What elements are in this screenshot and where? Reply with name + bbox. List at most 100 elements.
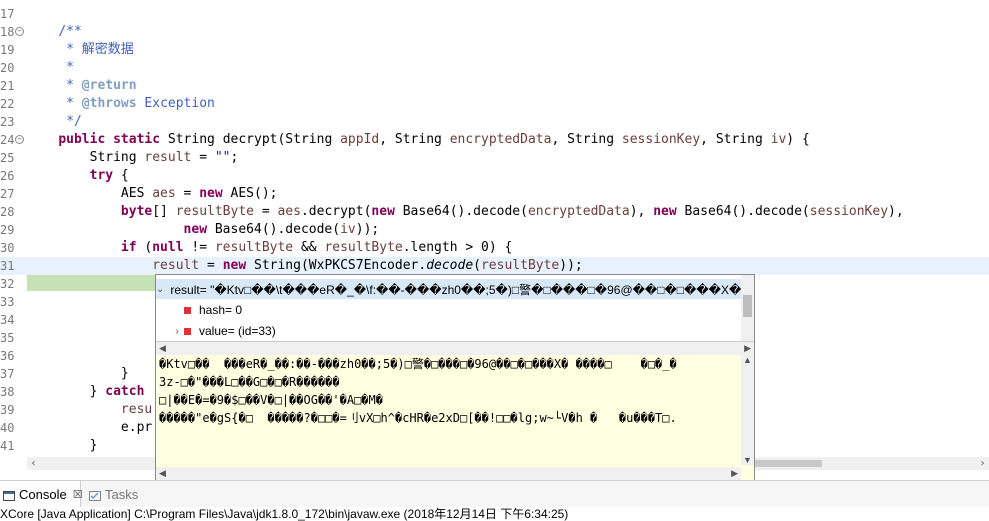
code-line[interactable]: 29 new Base64().decode(iv));	[0, 221, 989, 239]
line-number: 28	[0, 205, 15, 219]
variable-name-value: result= "�Ktv□��\t���eR�_�\f:��-���zh0��…	[170, 282, 741, 297]
scroll-right-arrow-icon[interactable]: ▶	[731, 467, 738, 480]
detail-text-line: �Ktv□�� ���eR�_��:��-���zh0��;5�)□警�□���…	[159, 357, 677, 371]
code-text: }	[27, 438, 98, 453]
console-icon	[3, 489, 15, 501]
code-text: /**	[58, 24, 82, 39]
code-line[interactable]: 19 * 解密数据	[0, 41, 989, 59]
detail-vertical-scrollbar[interactable]: ▲ ▼	[741, 355, 754, 465]
scroll-right-arrow-icon[interactable]: ▶	[744, 342, 751, 355]
line-number: 29	[0, 223, 15, 237]
code-text: * 解密数据	[27, 42, 134, 57]
debug-variable-popup[interactable]: ⌄ result= "�Ktv□��\t���eR�_�\f:��-���zh0�…	[155, 274, 755, 482]
scroll-up-arrow-icon[interactable]: ▲	[741, 355, 754, 365]
line-number: 30	[0, 241, 15, 255]
line-number: 23	[0, 115, 15, 129]
scroll-down-arrow-icon[interactable]: ▼	[741, 455, 754, 465]
code-text: public static String decrypt(String appI…	[58, 132, 810, 147]
code-line[interactable]: 26 try {	[0, 167, 989, 185]
line-number: 38	[0, 385, 15, 399]
code-line[interactable]: 22 * @throws Exception	[0, 95, 989, 113]
code-text: if (null != resultByte && resultByte.len…	[120, 240, 513, 255]
line-number: 17	[0, 7, 15, 21]
fold-toggle-icon[interactable]: −	[15, 135, 24, 144]
code-line[interactable]: 28 byte[] resultByte = aes.decrypt(new B…	[0, 203, 989, 221]
fold-toggle-icon[interactable]: −	[15, 27, 24, 36]
expand-chevron-icon[interactable]: ›	[170, 326, 184, 337]
variable-tree-row[interactable]: ⌄ result= "�Ktv□��\t���eR�_�\f:��-���zh0�…	[156, 279, 741, 299]
line-number: 19	[0, 43, 15, 57]
detail-text-line: □|��E�=�9�$□��V�□|��OG��'�A□�M�	[159, 393, 383, 407]
tab-tasks[interactable]: Tasks	[86, 481, 138, 507]
line-number: 20	[0, 61, 15, 75]
line-number: 32	[0, 277, 15, 291]
code-line[interactable]: 17	[0, 5, 989, 23]
line-number: 34	[0, 313, 15, 327]
line-number: 35	[0, 331, 15, 345]
code-text: new Base64().decode(iv));	[183, 222, 380, 237]
variable-tree[interactable]: ⌄ result= "�Ktv□��\t���eR�_�\f:��-���zh0�…	[156, 275, 741, 341]
line-number: 37	[0, 367, 15, 381]
code-line[interactable]: 20 *	[0, 59, 989, 77]
variable-tree-row[interactable]: hash= 0	[156, 300, 741, 320]
line-number: 18	[0, 25, 15, 39]
variable-detail-pane[interactable]: �Ktv□�� ���eR�_��:��-���zh0��;5�)□警�□���…	[156, 355, 742, 465]
variable-tree-row[interactable]: › value= (id=33)	[156, 321, 741, 341]
variable-tree-scrollbar[interactable]	[741, 275, 754, 341]
private-field-icon	[184, 327, 191, 335]
detail-horizontal-scrollbar[interactable]: ◀ ▶	[156, 467, 741, 480]
tab-console[interactable]: Console ☒	[0, 481, 83, 507]
code-text: e.pr	[27, 420, 153, 435]
code-text: String result = "";	[27, 150, 239, 165]
code-text: */	[27, 114, 82, 129]
line-number: 39	[0, 403, 15, 417]
line-number: 22	[0, 97, 15, 111]
line-number: 21	[0, 79, 15, 93]
line-number: 31	[0, 259, 15, 273]
line-number: 24	[0, 133, 15, 147]
code-text: } catch	[27, 384, 145, 399]
line-number: 33	[0, 295, 15, 309]
code-line[interactable]: 23 */	[0, 113, 989, 131]
code-text: AES aes = new AES();	[27, 186, 278, 201]
detail-text-line: �����"e�gS{�□ �����?�□□�=刂vX□h^�cHR�e2xD…	[159, 411, 677, 425]
code-line[interactable]: 18− /**	[0, 23, 989, 41]
code-line[interactable]: 31 result = new String(WxPKCS7Encoder.de…	[0, 257, 989, 275]
bottom-panel-tabs: Console ☒ Tasks	[0, 480, 989, 507]
detail-text-line: 3z-□�"���L□��G□�□�R������	[159, 375, 340, 389]
close-icon[interactable]: ☒	[73, 488, 83, 501]
variable-name-value: value= (id=33)	[199, 324, 276, 338]
scroll-left-arrow-icon[interactable]: ◀	[159, 342, 166, 355]
code-text: *	[27, 60, 74, 75]
scrollbar-thumb[interactable]	[743, 295, 752, 317]
code-text: try {	[89, 168, 129, 183]
line-number: 36	[0, 349, 15, 363]
scroll-left-arrow-icon[interactable]: ◀	[159, 467, 166, 480]
line-number: 26	[0, 169, 15, 183]
code-text: }	[27, 366, 129, 381]
private-field-icon	[184, 306, 191, 314]
tasks-icon	[89, 489, 101, 501]
code-text: * @return	[27, 78, 137, 93]
code-line[interactable]: 21 * @return	[0, 77, 989, 95]
code-text: byte[] resultByte = aes.decrypt(new Base…	[120, 204, 904, 219]
code-text: resu	[120, 402, 153, 417]
expand-chevron-icon[interactable]: ⌄	[156, 284, 164, 295]
code-line[interactable]: 30 if (null != resultByte && resultByte.…	[0, 239, 989, 257]
line-number: 25	[0, 151, 15, 165]
console-process-label: XCore [Java Application] C:\Program File…	[0, 507, 569, 521]
tab-console-label: Console	[19, 486, 67, 502]
scroll-left-arrow-icon[interactable]: ‹	[27, 457, 40, 470]
code-text: * @throws Exception	[27, 96, 215, 111]
code-line[interactable]: 24− public static String decrypt(String …	[0, 131, 989, 149]
line-number: 27	[0, 187, 15, 201]
scroll-right-arrow-icon[interactable]: ›	[976, 457, 989, 470]
code-line[interactable]: 27 AES aes = new AES();	[0, 185, 989, 203]
code-text: result = new String(WxPKCS7Encoder.decod…	[152, 258, 583, 273]
popup-splitter[interactable]: ◀ ▶	[156, 341, 754, 355]
code-line[interactable]: 25 String result = "";	[0, 149, 989, 167]
line-number: 41	[0, 439, 15, 453]
line-number: 40	[0, 421, 15, 435]
variable-name-value: hash= 0	[199, 303, 243, 317]
tab-tasks-label: Tasks	[105, 486, 139, 502]
